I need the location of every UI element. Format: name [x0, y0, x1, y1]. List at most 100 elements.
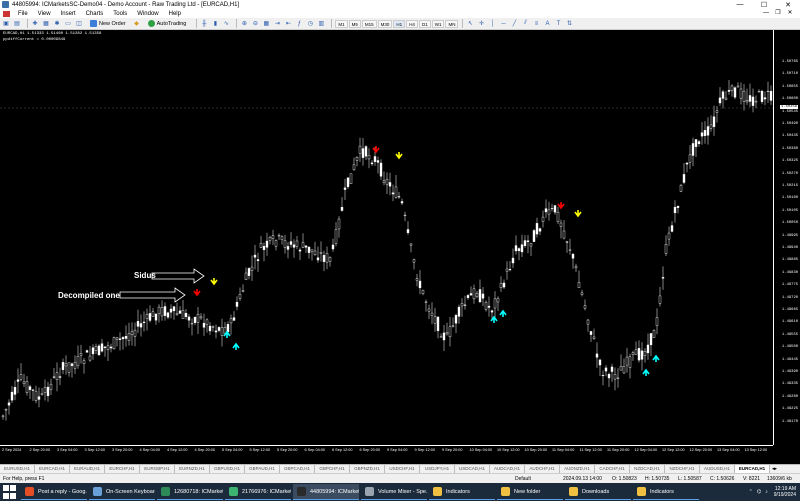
tile-windows-icon[interactable]: ▦: [262, 20, 270, 28]
timeframe-mn[interactable]: MN: [445, 19, 459, 28]
crosshair-icon[interactable]: ✛: [477, 20, 485, 28]
chart-tab[interactable]: AUDCHF,H1: [525, 465, 560, 473]
zoom-out-icon[interactable]: ⊖: [251, 20, 259, 28]
mdi-restore-button[interactable]: ❐: [772, 9, 784, 18]
timeframe-m30[interactable]: M30: [377, 19, 393, 28]
price-scale[interactable]: 1.50765 1.50710 1.50655 1.50600 1.50545 1.504…: [773, 30, 800, 445]
chart-tab[interactable]: GBPCHF,H1: [315, 465, 350, 473]
status-profile[interactable]: Default: [515, 476, 531, 482]
chart-window-icon[interactable]: [3, 10, 10, 17]
network-icon[interactable]: ⌬: [757, 489, 761, 495]
chart-tab[interactable]: EURCHF,H1: [105, 465, 140, 473]
menu-tools[interactable]: Tools: [108, 11, 132, 17]
timeframe-m15[interactable]: M15: [361, 19, 377, 28]
chart-tab[interactable]: AUDUSD,H1: [700, 465, 735, 473]
chart-tab[interactable]: GBPCAD,H1: [280, 465, 315, 473]
timeframe-m1[interactable]: M1: [335, 19, 348, 28]
fibonacci-icon[interactable]: ≡: [532, 20, 540, 28]
auto-trading-button[interactable]: AutoTrading: [144, 19, 191, 28]
taskbar-item[interactable]: 12680718: ICMarket...: [157, 484, 223, 500]
timeframe-w1[interactable]: W1: [431, 19, 445, 28]
bar-chart-icon[interactable]: ╫: [200, 20, 208, 28]
chart-area[interactable]: EURCAD,H1 1.51333 1.51460 1.51282 1.5135…: [0, 30, 800, 464]
taskbar-item[interactable]: Indicators: [633, 484, 699, 500]
mdi-minimize-button[interactable]: —: [760, 9, 772, 18]
templates-icon[interactable]: ▥: [317, 20, 325, 28]
chart-tab[interactable]: USDCAD,H1: [455, 465, 490, 473]
windows-start-icon[interactable]: [3, 485, 17, 499]
taskbar-item[interactable]: New folder: [497, 484, 563, 500]
indicators-icon[interactable]: ƒ: [295, 20, 303, 28]
cursor-icon[interactable]: ↖: [466, 20, 474, 28]
chart-tab[interactable]: NZDCAD,H1: [630, 465, 665, 473]
taskbar-item[interactable]: Volume Mixer - Spe...: [361, 484, 427, 500]
zoom-in-icon[interactable]: ⊕: [240, 20, 248, 28]
chart-tab[interactable]: EURCAD,H1: [735, 465, 770, 473]
line-chart-icon[interactable]: ∿: [222, 20, 230, 28]
chart-tab[interactable]: GBPUSD,H1: [210, 465, 245, 473]
arrows-icon[interactable]: ⇅: [565, 20, 573, 28]
new-chart-icon[interactable]: ▣: [2, 20, 10, 28]
menu-help[interactable]: Help: [164, 11, 186, 17]
taskbar-item[interactable]: 44805994: ICMarket...: [293, 484, 359, 500]
menu-charts[interactable]: Charts: [81, 11, 109, 17]
chart-tab[interactable]: EURGBP,H1: [140, 465, 175, 473]
market-watch-icon[interactable]: ✚: [31, 20, 39, 28]
autoscroll-icon[interactable]: ⇥: [273, 20, 281, 28]
chart-tab[interactable]: CADCHF,H1: [595, 465, 630, 473]
chart-tab[interactable]: EURUSD,H1: [0, 465, 35, 473]
menu-insert[interactable]: Insert: [56, 11, 81, 17]
text-icon[interactable]: A: [543, 20, 551, 28]
taskbar-item[interactable]: Post a reply - Goog...: [21, 484, 87, 500]
periods-icon[interactable]: ◷: [306, 20, 314, 28]
taskbar-item[interactable]: Indicators: [429, 484, 495, 500]
trendline-icon[interactable]: ╱: [510, 20, 518, 28]
minimize-button[interactable]: —: [728, 0, 752, 9]
menu-view[interactable]: View: [33, 11, 56, 17]
chart-shift-icon[interactable]: ⇤: [284, 20, 292, 28]
candle-body: [304, 245, 308, 248]
terminal-icon[interactable]: ▭: [64, 20, 72, 28]
sidus-sell-arrow-icon: [574, 210, 582, 218]
timeframe-d1[interactable]: D1: [418, 19, 431, 28]
chart-tab[interactable]: USDCHF,H1: [385, 465, 420, 473]
volume-icon[interactable]: ♪: [765, 489, 768, 495]
clock[interactable]: 12:19 AM 9/19/2024: [774, 486, 796, 498]
channel-icon[interactable]: ⫽: [521, 20, 529, 28]
strategy-tester-icon[interactable]: ◫: [75, 20, 83, 28]
taskbar-item[interactable]: Downloads: [565, 484, 631, 500]
menu-file[interactable]: File: [13, 11, 33, 17]
candle-body: [766, 90, 770, 92]
chart-tab[interactable]: USDJPY,H1: [420, 465, 455, 473]
timeframe-m5[interactable]: M5: [348, 19, 361, 28]
text-label-icon[interactable]: T: [554, 20, 562, 28]
chart-tab[interactable]: NZDCHF,H1: [665, 465, 700, 473]
timeframe-h4[interactable]: H4: [406, 19, 418, 28]
vertical-line-icon[interactable]: │: [488, 20, 496, 28]
chart-tab[interactable]: AUDCAD,H1: [490, 465, 525, 473]
meta-editor-icon[interactable]: ◆: [133, 20, 141, 28]
chart-tab[interactable]: GBPAUD,H1: [245, 465, 280, 473]
taskbar-item[interactable]: On-Screen Keyboard: [89, 484, 155, 500]
timeframe-h1[interactable]: H1: [393, 19, 406, 28]
tab-scroll-arrows[interactable]: ◂▸: [770, 466, 779, 472]
new-order-button[interactable]: New Order: [86, 19, 130, 28]
price-chart[interactable]: [0, 30, 800, 464]
taskbar-item[interactable]: 21766976: ICMarket...: [225, 484, 291, 500]
mdi-close-button[interactable]: ✕: [784, 9, 796, 18]
data-window-icon[interactable]: ▦: [42, 20, 50, 28]
profiles-icon[interactable]: ▤: [13, 20, 21, 28]
chart-tab[interactable]: AUDNZD,H1: [560, 465, 595, 473]
chevron-up-icon[interactable]: ⌃: [749, 489, 753, 495]
chart-tab[interactable]: EURNZD,H1: [175, 465, 210, 473]
horizontal-line-icon[interactable]: ─: [499, 20, 507, 28]
chart-tab[interactable]: EURCAD,H1: [35, 465, 70, 473]
close-button[interactable]: ✕: [776, 0, 800, 9]
time-scale[interactable]: 2 Sep 2024 2 Sep 20:00 3 Sep 04:00 3 Sep 12…: [0, 445, 773, 464]
menu-window[interactable]: Window: [132, 11, 163, 17]
candlestick-icon[interactable]: ▮: [211, 20, 219, 28]
chart-tab[interactable]: GBPNZD,H1: [350, 465, 385, 473]
navigator-icon[interactable]: ✱: [53, 20, 61, 28]
maximize-button[interactable]: ☐: [752, 0, 776, 9]
chart-tab[interactable]: EURAUD,H1: [70, 465, 105, 473]
